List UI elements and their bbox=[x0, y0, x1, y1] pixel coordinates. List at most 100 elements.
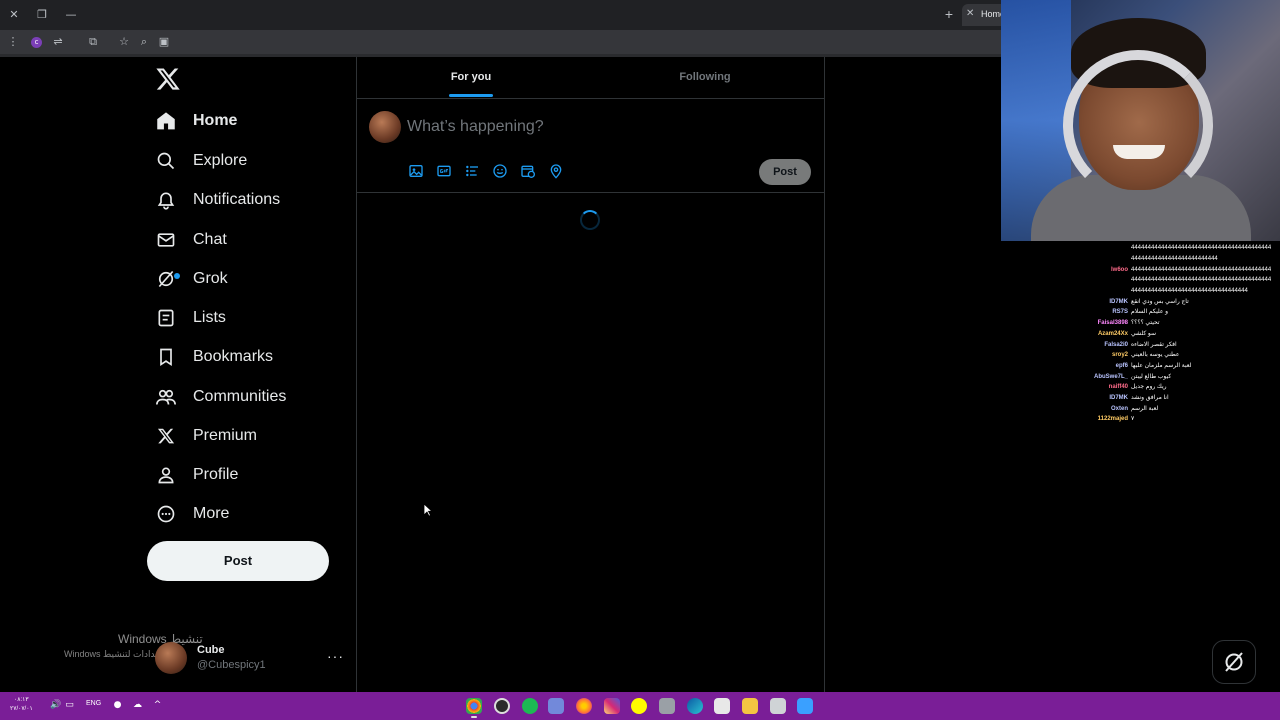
chat-username[interactable]: ID7MK bbox=[1088, 297, 1131, 307]
chrome-app-icon[interactable] bbox=[466, 698, 482, 718]
emoji-icon[interactable] bbox=[492, 163, 508, 179]
sidebar-item-grok[interactable]: Grok bbox=[152, 260, 228, 298]
chat-message: Faisal3898 تحيتي ؟؟؟؟ bbox=[1088, 318, 1278, 329]
chat-text: 4444444444444444444444444444444444444444… bbox=[1131, 245, 1272, 252]
chat-username[interactable]: Falsa2i0 bbox=[1088, 340, 1131, 350]
chat-message: sroy2 عطني يوسه بالعيني bbox=[1088, 350, 1278, 361]
home-icon bbox=[152, 107, 180, 135]
browser-menu-icon[interactable]: ⋮ bbox=[5, 34, 21, 50]
language-indicator[interactable]: ENG bbox=[86, 700, 101, 707]
account-switcher[interactable]: Cube @Cubespicy1 ··· bbox=[155, 642, 345, 680]
chat-username[interactable]: RS7S bbox=[1088, 307, 1131, 317]
sidebar-item-label: Lists bbox=[193, 309, 226, 326]
bookmark-star-icon[interactable]: ☆ bbox=[116, 34, 132, 50]
sidebar-item-bookmarks[interactable]: Bookmarks bbox=[152, 338, 273, 376]
chat-text: 44444444444444444444444444 bbox=[1131, 256, 1218, 263]
app-icon[interactable] bbox=[659, 698, 675, 714]
zoom-icon[interactable]: ⌕ bbox=[136, 34, 152, 50]
x-logo-icon[interactable] bbox=[155, 66, 181, 92]
chat-username[interactable]: AbuSwe7L_ bbox=[1088, 372, 1131, 382]
chat-text: ٧ bbox=[1131, 416, 1135, 423]
tab-for-you[interactable]: For you bbox=[357, 57, 585, 99]
chat-message: ID7MK تاج راسي بس ودي انقع bbox=[1088, 296, 1278, 307]
extension-c-icon[interactable]: c bbox=[31, 36, 42, 48]
list-icon bbox=[152, 304, 180, 332]
firefox-app-icon[interactable] bbox=[576, 698, 592, 714]
compose-post-button[interactable]: Post bbox=[759, 159, 811, 185]
chat-username[interactable]: sroy2 bbox=[1088, 350, 1131, 360]
sidebar-item-label: Chat bbox=[193, 231, 227, 248]
discord-app-icon[interactable] bbox=[548, 698, 564, 714]
chat-text: 4444444444444444444444444444444444444444… bbox=[1131, 266, 1272, 273]
active-tab-indicator bbox=[449, 94, 493, 97]
main-timeline: For you Following Post bbox=[356, 57, 825, 692]
chat-username[interactable]: naiff40 bbox=[1088, 382, 1131, 392]
media-icon[interactable] bbox=[408, 163, 424, 179]
install-app-icon[interactable]: ▣ bbox=[156, 34, 172, 50]
window-restore-icon[interactable]: ❐ bbox=[34, 7, 50, 23]
sidebar-item-premium[interactable]: Premium bbox=[152, 417, 257, 455]
volume-icon[interactable]: 🔊 bbox=[50, 700, 61, 711]
grok-icon bbox=[152, 265, 180, 293]
app-icon[interactable] bbox=[770, 698, 786, 714]
file-explorer-app-icon[interactable] bbox=[742, 698, 758, 714]
chat-text: كيوب طالع ليبتن bbox=[1131, 373, 1172, 380]
chat-message: Falsa2i0 افكر تقصر الاضاءه bbox=[1088, 339, 1278, 350]
obs-app-icon[interactable] bbox=[494, 698, 510, 714]
chat-username[interactable]: Oxten bbox=[1088, 404, 1131, 414]
sidebar-item-lists[interactable]: Lists bbox=[152, 299, 226, 337]
grok-floating-button[interactable] bbox=[1212, 640, 1256, 684]
taskbar-clock[interactable]: ٠٨:١٣ ٢٧/٠٧/٠١ bbox=[10, 696, 33, 714]
chat-username[interactable]: ID7MK bbox=[1088, 393, 1131, 403]
chat-username[interactable]: Faisal3898 bbox=[1088, 318, 1131, 328]
chevron-up-icon[interactable]: ^ bbox=[152, 700, 163, 711]
poll-icon[interactable] bbox=[464, 163, 480, 179]
chat-username[interactable]: 1122majed bbox=[1088, 414, 1131, 424]
chat-text: انا مرافق ونشد bbox=[1131, 394, 1169, 401]
more-circle-icon bbox=[152, 500, 180, 528]
post-button[interactable]: Post bbox=[147, 541, 329, 581]
sidebar-item-home[interactable]: Home bbox=[152, 102, 237, 140]
spotify-app-icon[interactable] bbox=[522, 698, 538, 714]
chat-username[interactable]: epf6 bbox=[1088, 361, 1131, 371]
sidebar-item-communities[interactable]: Communities bbox=[152, 378, 286, 416]
new-tab-plus-icon[interactable]: + bbox=[941, 6, 957, 22]
tab-following[interactable]: Following bbox=[591, 57, 819, 99]
gif-icon[interactable] bbox=[436, 163, 452, 179]
tab-close-icon[interactable]: ✕ bbox=[966, 8, 974, 19]
sidebar-item-profile[interactable]: Profile bbox=[152, 456, 238, 494]
snapchat-app-icon[interactable] bbox=[631, 698, 647, 714]
extensions-puzzle-icon[interactable]: ⧉ bbox=[85, 34, 101, 50]
search-icon bbox=[152, 147, 180, 175]
video-editor-app-icon[interactable] bbox=[714, 698, 730, 714]
location-pin-icon[interactable] bbox=[548, 163, 564, 179]
chat-text: لعبة الرسم ملزمان علبها bbox=[1131, 362, 1192, 369]
chat-username[interactable]: Azam24Xx bbox=[1088, 329, 1131, 339]
sidebar-item-chat[interactable]: Chat bbox=[152, 221, 227, 259]
chat-message: naiff40 ريك روم جديل bbox=[1088, 382, 1278, 393]
schedule-icon[interactable] bbox=[520, 163, 536, 179]
cloud-icon[interactable]: ☁ bbox=[132, 700, 143, 711]
microphone-icon[interactable]: ● bbox=[112, 700, 123, 711]
chat-text: 4444444444444444444444444444444444444444… bbox=[1131, 277, 1272, 284]
window-minimize-icon[interactable]: — bbox=[63, 7, 79, 23]
instagram-app-icon[interactable] bbox=[604, 698, 620, 714]
network-icon[interactable]: ▭ bbox=[64, 700, 75, 711]
chat-message: 1122majed ٧ bbox=[1088, 414, 1278, 425]
extension-icon[interactable]: ⇌ bbox=[50, 34, 66, 50]
sidebar-item-explore[interactable]: Explore bbox=[152, 142, 247, 180]
profile-more-icon[interactable]: ··· bbox=[327, 648, 344, 664]
communities-icon bbox=[152, 383, 180, 411]
chat-username[interactable]: lw6oo bbox=[1088, 265, 1131, 275]
windows-start-icon[interactable] bbox=[797, 698, 813, 714]
sidebar-item-more[interactable]: More bbox=[152, 495, 229, 533]
grok-icon bbox=[1225, 652, 1243, 672]
avatar[interactable] bbox=[369, 111, 401, 143]
sidebar-item-notifications[interactable]: Notifications bbox=[152, 181, 280, 219]
sidebar-item-label: Bookmarks bbox=[193, 348, 274, 365]
avatar bbox=[155, 642, 187, 674]
edge-app-icon[interactable] bbox=[687, 698, 703, 714]
window-close-icon[interactable]: ✕ bbox=[6, 7, 22, 23]
timeline-tabs: For you Following bbox=[357, 57, 825, 99]
compose-input[interactable] bbox=[407, 115, 787, 139]
